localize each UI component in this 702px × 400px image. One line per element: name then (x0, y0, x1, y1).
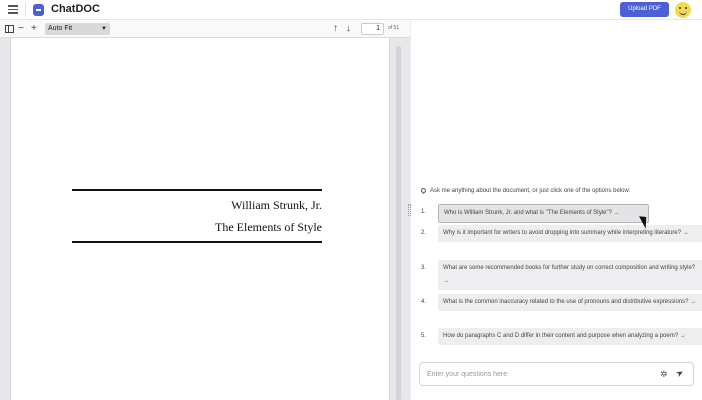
question-input[interactable] (427, 368, 647, 380)
upload-pdf-button[interactable]: Upload PDF (620, 2, 669, 17)
question-number: 5. (421, 333, 427, 339)
pdf-scrollbar[interactable] (396, 46, 401, 400)
question-number: 2. (421, 230, 427, 236)
question-button[interactable]: How do paragraphs C and D differ in thei… (438, 328, 702, 345)
pdf-page: William Strunk, Jr. The Elements of Styl… (10, 38, 390, 400)
previous-page-icon[interactable]: ↑ (333, 23, 338, 35)
pdf-author: William Strunk, Jr. (231, 198, 322, 212)
question-button[interactable]: Who is William Strunk, Jr. and what is "… (438, 204, 649, 223)
send-icon[interactable]: ➤ (674, 367, 686, 379)
zoom-out-icon[interactable]: − (18, 23, 24, 35)
sidebar-toggle-icon[interactable] (5, 25, 14, 33)
next-page-icon[interactable]: ↓ (346, 23, 351, 35)
chat-panel: Ask me anything about the document, or j… (408, 21, 702, 400)
user-avatar[interactable] (675, 2, 691, 18)
top-header: ChatDOC Upload PDF (0, 0, 702, 20)
question-button[interactable]: What are some recommended books for furt… (438, 260, 702, 290)
question-number: 4. (421, 299, 427, 305)
location-pin-icon (419, 186, 428, 195)
question-number: 3. (421, 265, 427, 271)
pdf-toolbar: − + Auto Fit ▼ ↑ ↓ 1 of 51 (0, 21, 410, 38)
title-rule-bottom (72, 241, 322, 243)
zoom-in-icon[interactable]: + (31, 23, 37, 35)
app-title: ChatDOC (51, 3, 100, 15)
chevron-down-icon: ▼ (101, 26, 107, 32)
zoom-select[interactable]: Auto Fit ▼ (45, 23, 110, 35)
title-rule-top (72, 189, 322, 191)
chat-prompt-text: Ask me anything about the document, or j… (430, 188, 631, 194)
zoom-select-value: Auto Fit (48, 25, 73, 32)
question-button[interactable]: What is the common inaccuracy related to… (438, 294, 702, 311)
pdf-viewer[interactable]: William Strunk, Jr. The Elements of Styl… (0, 38, 410, 400)
page-total-label: of 51 (388, 25, 400, 31)
page-number-input[interactable]: 1 (361, 23, 384, 35)
question-number: 1. (421, 209, 427, 215)
sparkle-icon[interactable]: ✲ (660, 369, 668, 379)
chat-prompt: Ask me anything about the document, or j… (419, 186, 631, 195)
question-button[interactable]: Why is it important for writers to avoid… (438, 225, 702, 242)
pdf-book-title: The Elements of Style (215, 220, 322, 234)
chatdoc-logo-icon (33, 4, 44, 16)
drag-handle-icon[interactable] (408, 204, 411, 216)
header-divider (25, 3, 26, 17)
chat-input-box[interactable]: ✲ ➤ (419, 362, 694, 386)
menu-icon[interactable] (8, 5, 18, 14)
